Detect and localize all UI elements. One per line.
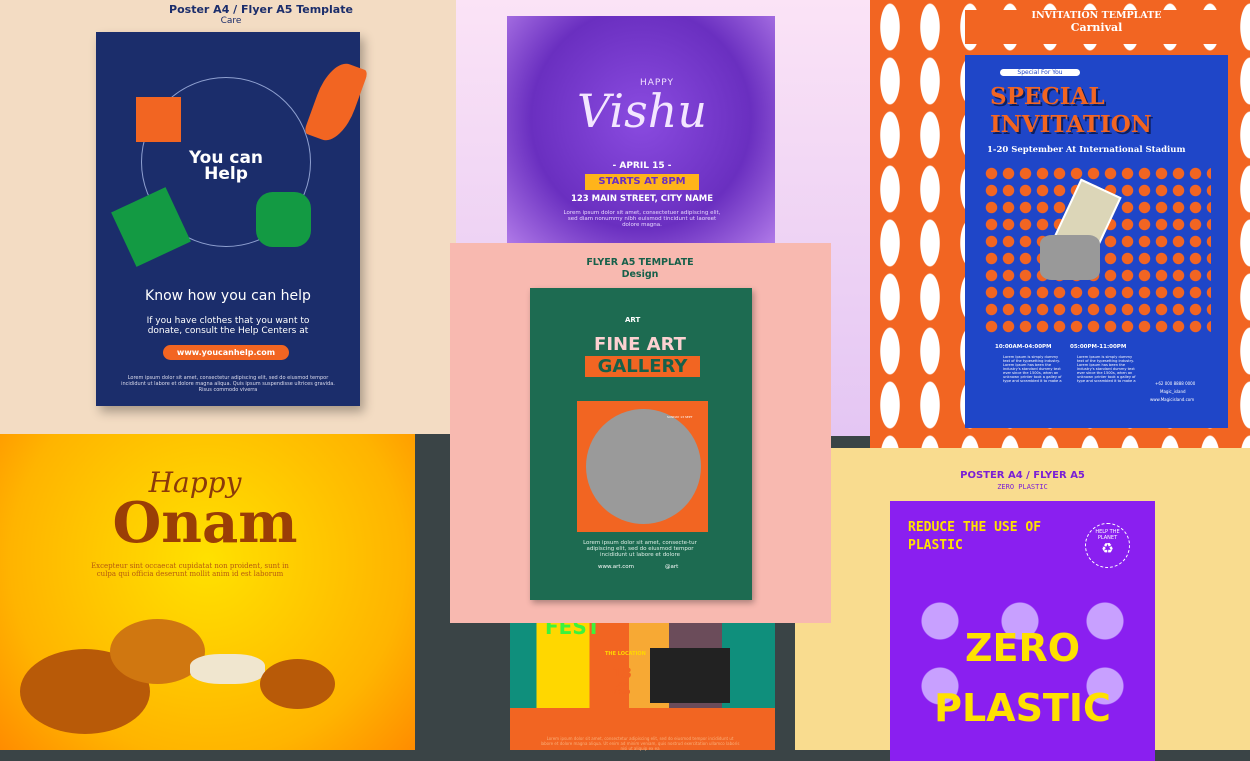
fest-day: 18 <box>612 666 632 682</box>
plastic-headline: REDUCE THE USE OF PLASTIC <box>908 520 1042 553</box>
fest-date: 18 JAN 2030 <box>602 667 642 697</box>
art-template-panel[interactable]: FLYER A5 TEMPLATE Design ART FINE ART GA… <box>450 243 831 623</box>
carnival-header-block: INVITATION TEMPLATE Carnival <box>965 10 1228 44</box>
vishu-address: 123 MAIN STREET, CITY NAME <box>570 194 714 204</box>
shirt-icon <box>136 97 181 142</box>
vishu-poster: HAPPY Vishu - APRIL 15 - STARTS AT 8PM 1… <box>507 16 775 244</box>
pot-image <box>260 659 335 709</box>
singers-photo <box>650 648 730 703</box>
help-planet-badge: HELP THE PLANET ♻ <box>1085 523 1130 568</box>
care-sub: Care <box>220 16 242 26</box>
carnival-text-1: Lorem Ipsum is simply dummy text of the … <box>1003 355 1062 383</box>
care-title: You can Help <box>188 148 264 184</box>
care-header: Poster A4 / Flyer A5 Template <box>169 3 353 16</box>
hand-image <box>1040 235 1100 280</box>
papad-image <box>190 654 265 684</box>
fest-year: 2030 <box>613 689 631 696</box>
artist-photo <box>586 409 701 524</box>
plastic-poster: REDUCE THE USE OF PLASTIC HELP THE PLANE… <box>890 501 1155 761</box>
care-url-button[interactable]: www.youcanhelp.com <box>163 345 289 360</box>
badge-text: HELP THE PLANET <box>1095 529 1120 541</box>
vishu-title: Vishu <box>577 84 707 138</box>
carnival-template-panel[interactable]: INVITATION TEMPLATE Carnival Special For… <box>870 0 1250 448</box>
vishu-starts-banner: STARTS AT 8PM <box>585 174 699 190</box>
carnival-date: 1-20 September At International Stadium <box>987 145 1186 155</box>
carnival-social[interactable]: Magic_island <box>1160 389 1186 394</box>
art-header: FLYER A5 TEMPLATE <box>586 257 694 268</box>
carnival-time-2: 05:00PM-11:00PM <box>1070 344 1127 350</box>
carnival-text-2: Lorem Ipsum is simply dummy text of the … <box>1077 355 1136 383</box>
care-poster: You can Help Know how you can help If yo… <box>96 32 369 406</box>
plastic-template-panel[interactable]: POSTER A4 / FLYER A5 ZERO PLASTIC REDUCE… <box>795 448 1250 761</box>
sweater-icon <box>256 192 311 247</box>
plastic-title-1: ZERO <box>964 626 1081 670</box>
fest-lorem: Lorem ipsum dolor sit amet, consectetur … <box>540 736 740 751</box>
carnival-sub: Carnival <box>1070 21 1123 34</box>
recycle-icon: ♻ <box>1101 541 1114 557</box>
art-poster: ART FINE ART GALLERY SUNDAY 13 SEPT Lore… <box>530 288 752 600</box>
art-lorem: Lorem ipsum dolor sit amet, consecte-tur… <box>583 540 697 558</box>
leaf-shape <box>303 57 369 147</box>
onam-template-panel[interactable]: Happy Onam Excepteur sint occaecat cupid… <box>0 434 415 750</box>
carnival-phone: +62 000 8888 0000 <box>1155 381 1196 386</box>
vishu-lorem: Lorem ipsum dolor sit amet, consectetuer… <box>563 210 721 228</box>
fest-location: THE LOCATION <box>605 651 646 657</box>
carnival-title-1: SPECIAL <box>990 83 1105 110</box>
carnival-web[interactable]: www.Magicisland.com <box>1150 397 1194 402</box>
art-date-tag: SUNDAY 13 SEPT <box>667 415 693 419</box>
plastic-header: POSTER A4 / FLYER A5 <box>960 470 1085 481</box>
art-photo-frame: SUNDAY 13 SEPT <box>577 401 708 532</box>
care-template-panel[interactable]: Poster A4 / Flyer A5 Template Care You c… <box>0 0 456 434</box>
vishu-date: - APRIL 15 - <box>612 161 672 171</box>
care-body: If you have clothes that you want to don… <box>146 316 310 336</box>
art-handle[interactable]: @art <box>665 564 678 570</box>
plastic-sub: ZERO PLASTIC <box>997 483 1048 491</box>
care-lorem: Lorem ipsum dolor sit amet, consectetur … <box>121 375 335 393</box>
plastic-title-2: PLASTIC <box>934 686 1111 730</box>
carnival-ribbon: Special For You <box>1000 69 1080 76</box>
onam-title: Onam <box>112 490 298 556</box>
art-sub: Design <box>621 269 659 280</box>
art-brand: ART <box>625 316 641 324</box>
fest-poster: FEST THE LOCATION 18 JAN 2030 Lorem ipsu… <box>510 615 775 751</box>
onam-text: Excepteur sint occaecat cupidatat non pr… <box>91 562 289 578</box>
care-headline: Know how you can help <box>145 288 311 304</box>
carnival-title-2: INVITATION <box>990 111 1152 138</box>
art-title-1: FINE ART <box>594 334 686 355</box>
carnival-header: INVITATION TEMPLATE <box>1031 10 1162 21</box>
art-web[interactable]: www.art.com <box>598 564 634 570</box>
fest-month: JAN <box>616 681 628 688</box>
carnival-time-1: 10:00AM-04:00PM <box>995 344 1052 350</box>
carnival-poster: Special For You SPECIAL INVITATION 1-20 … <box>965 55 1228 428</box>
art-title-2: GALLERY <box>585 356 700 377</box>
